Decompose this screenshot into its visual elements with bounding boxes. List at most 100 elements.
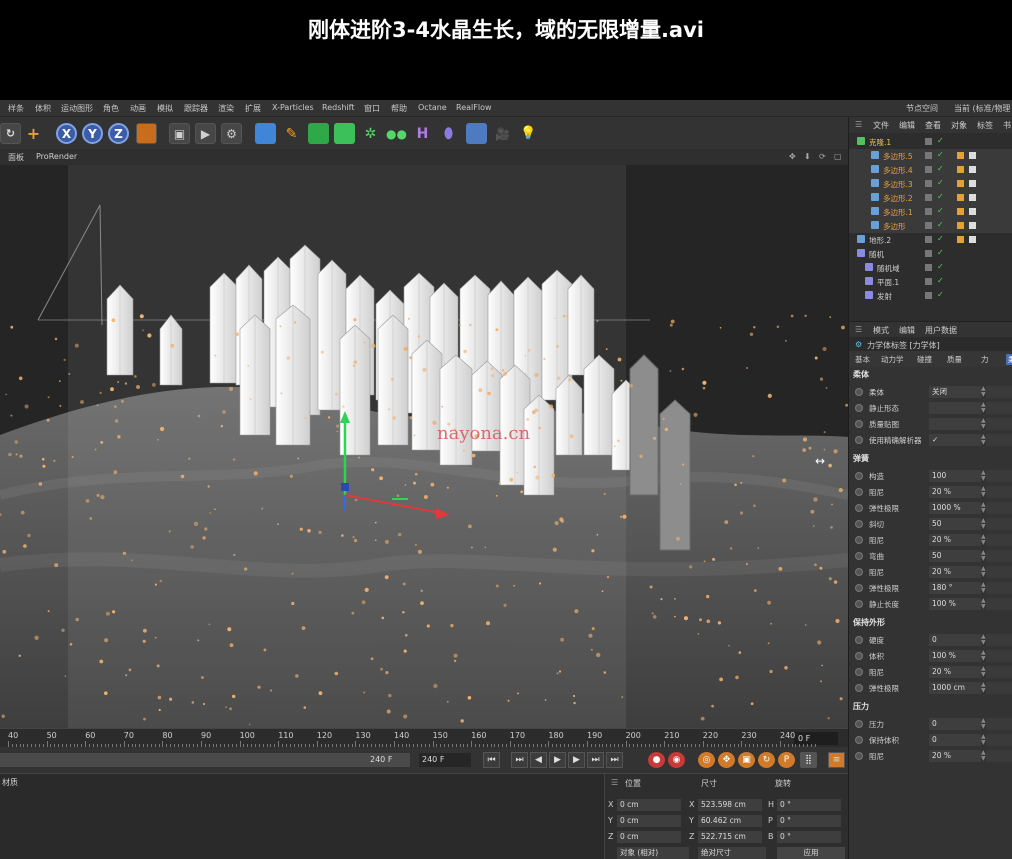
- attributes-menu-icon[interactable]: ☰: [855, 325, 862, 334]
- property-value-field[interactable]: 20 %: [929, 534, 981, 546]
- enabled-check-icon[interactable]: ✓: [937, 136, 944, 145]
- next-key-icon[interactable]: ⏭: [587, 752, 604, 768]
- property-value-field[interactable]: 关闭: [929, 386, 981, 398]
- key-pla-icon[interactable]: ⣿: [800, 752, 817, 768]
- value-slider[interactable]: [986, 534, 1012, 546]
- 3d-viewport[interactable]: nayona.cn ↔: [0, 165, 848, 728]
- value-slider[interactable]: [986, 502, 1012, 514]
- tag-icon[interactable]: [957, 236, 964, 243]
- maximize-view-icon[interactable]: ▢: [834, 152, 842, 161]
- object-row[interactable]: 多边形.4 ✓: [849, 163, 1012, 177]
- object-row[interactable]: 多边形.5 ✓: [849, 149, 1012, 163]
- obj-menu-file[interactable]: 文件: [873, 120, 889, 131]
- key-selection-icon[interactable]: ◎: [698, 752, 715, 768]
- keyframe-dot-icon[interactable]: [855, 568, 863, 576]
- spinner-icon[interactable]: ▲ ▼: [981, 650, 986, 662]
- enabled-check-icon[interactable]: ✓: [937, 206, 944, 215]
- pen-icon[interactable]: ✎: [281, 123, 302, 144]
- keyframe-dot-icon[interactable]: [855, 652, 863, 660]
- attr-menu-userdata[interactable]: 用户数据: [925, 325, 957, 336]
- next-frame-icon[interactable]: ▶: [568, 752, 585, 768]
- tag-icon[interactable]: [957, 208, 964, 215]
- visibility-flag-icon[interactable]: [925, 194, 932, 201]
- tag-icon[interactable]: [957, 222, 964, 229]
- zoom-view-icon[interactable]: ⬇: [804, 152, 811, 161]
- spinner-icon[interactable]: ▲ ▼: [981, 486, 986, 498]
- spinner-icon[interactable]: ▲ ▼: [981, 750, 986, 762]
- x-axis-lock-button[interactable]: X: [56, 123, 77, 144]
- cube-icon[interactable]: [255, 123, 276, 144]
- property-value-field[interactable]: 180 °: [929, 582, 981, 594]
- keyframe-dot-icon[interactable]: [855, 720, 863, 728]
- menu-volume[interactable]: 体积: [35, 103, 51, 114]
- attr-menu-mode[interactable]: 模式: [873, 325, 889, 336]
- menu-spline[interactable]: 样条: [8, 103, 24, 114]
- property-value-field[interactable]: [929, 402, 981, 414]
- property-value-field[interactable]: 50: [929, 518, 981, 530]
- menu-animate[interactable]: 动画: [130, 103, 146, 114]
- timeline-settings-icon[interactable]: ≡: [828, 752, 845, 768]
- visibility-flag-icon[interactable]: [925, 236, 932, 243]
- tag-icon[interactable]: [957, 152, 964, 159]
- move-view-icon[interactable]: ✥: [789, 152, 796, 161]
- size-y-field[interactable]: 60.462 cm: [698, 815, 762, 827]
- enabled-check-icon[interactable]: ✓: [937, 220, 944, 229]
- play-icon[interactable]: ▶: [549, 752, 566, 768]
- property-value-field[interactable]: 100: [929, 470, 981, 482]
- keyframe-dot-icon[interactable]: [855, 684, 863, 692]
- spinner-icon[interactable]: ▲ ▼: [981, 634, 986, 646]
- go-to-end-icon[interactable]: ⏭: [606, 752, 623, 768]
- size-x-field[interactable]: 523.598 cm: [698, 799, 762, 811]
- coord-mode-select[interactable]: 对象 (相对): [617, 847, 689, 859]
- property-value-field[interactable]: 0: [929, 734, 981, 746]
- property-value-field[interactable]: 1000 cm: [929, 682, 981, 694]
- value-slider[interactable]: [986, 550, 1012, 562]
- obj-menu-bookmarks[interactable]: 书: [1003, 120, 1011, 131]
- light-icon[interactable]: 💡: [518, 123, 539, 144]
- value-slider[interactable]: [986, 734, 1012, 746]
- key-rotation-icon[interactable]: ↻: [758, 752, 775, 768]
- rotate-tool-icon[interactable]: ↻: [0, 123, 21, 144]
- property-value-field[interactable]: 20 %: [929, 486, 981, 498]
- menu-node-space[interactable]: 节点空间: [906, 103, 938, 114]
- spinner-icon[interactable]: ▲ ▼: [981, 666, 986, 678]
- property-value-field[interactable]: 0: [929, 634, 981, 646]
- object-row[interactable]: 发射 ✓: [849, 289, 1012, 303]
- spinner-icon[interactable]: ▲ ▼: [981, 598, 986, 610]
- keyframe-dot-icon[interactable]: [855, 472, 863, 480]
- render-view-icon[interactable]: ▣: [169, 123, 190, 144]
- value-slider[interactable]: [986, 750, 1012, 762]
- value-slider[interactable]: [986, 666, 1012, 678]
- keyframe-dot-icon[interactable]: [855, 520, 863, 528]
- menu-extensions[interactable]: 扩展: [245, 103, 261, 114]
- auto-key-icon[interactable]: ◉: [668, 752, 685, 768]
- object-row[interactable]: 随机 ✓: [849, 247, 1012, 261]
- keyframe-dot-icon[interactable]: [855, 552, 863, 560]
- end-frame-field[interactable]: 240 F: [419, 753, 471, 767]
- viewport-menu-panel[interactable]: 面板: [8, 152, 24, 163]
- viewport-menu-prorender[interactable]: ProRender: [36, 152, 77, 161]
- object-row[interactable]: 随机域 ✓: [849, 261, 1012, 275]
- dynamics-tag-icon[interactable]: [969, 180, 976, 187]
- enabled-check-icon[interactable]: ✓: [937, 276, 944, 285]
- property-value-field[interactable]: 100 %: [929, 650, 981, 662]
- value-slider[interactable]: [986, 470, 1012, 482]
- tab-mass[interactable]: 质量: [947, 354, 962, 365]
- keyframe-dot-icon[interactable]: [855, 636, 863, 644]
- keyframe-dot-icon[interactable]: [855, 436, 863, 444]
- prev-key-icon[interactable]: ⏭: [511, 752, 528, 768]
- pos-z-field[interactable]: 0 cm: [617, 831, 681, 843]
- visibility-flag-icon[interactable]: [925, 180, 932, 187]
- tab-collision[interactable]: 碰撞: [917, 354, 932, 365]
- tag-icon[interactable]: [957, 166, 964, 173]
- preview-range-bar[interactable]: 240 F: [0, 753, 410, 767]
- property-value-field[interactable]: 1000 %: [929, 502, 981, 514]
- tab-basic[interactable]: 基本: [855, 354, 870, 365]
- rot-h-field[interactable]: 0 °: [777, 799, 841, 811]
- visibility-flag-icon[interactable]: [925, 208, 932, 215]
- visibility-flag-icon[interactable]: [925, 278, 932, 285]
- value-slider[interactable]: [986, 634, 1012, 646]
- enabled-check-icon[interactable]: ✓: [937, 178, 944, 187]
- objects-menu-icon[interactable]: ☰: [855, 120, 862, 129]
- object-row[interactable]: 多边形.2 ✓: [849, 191, 1012, 205]
